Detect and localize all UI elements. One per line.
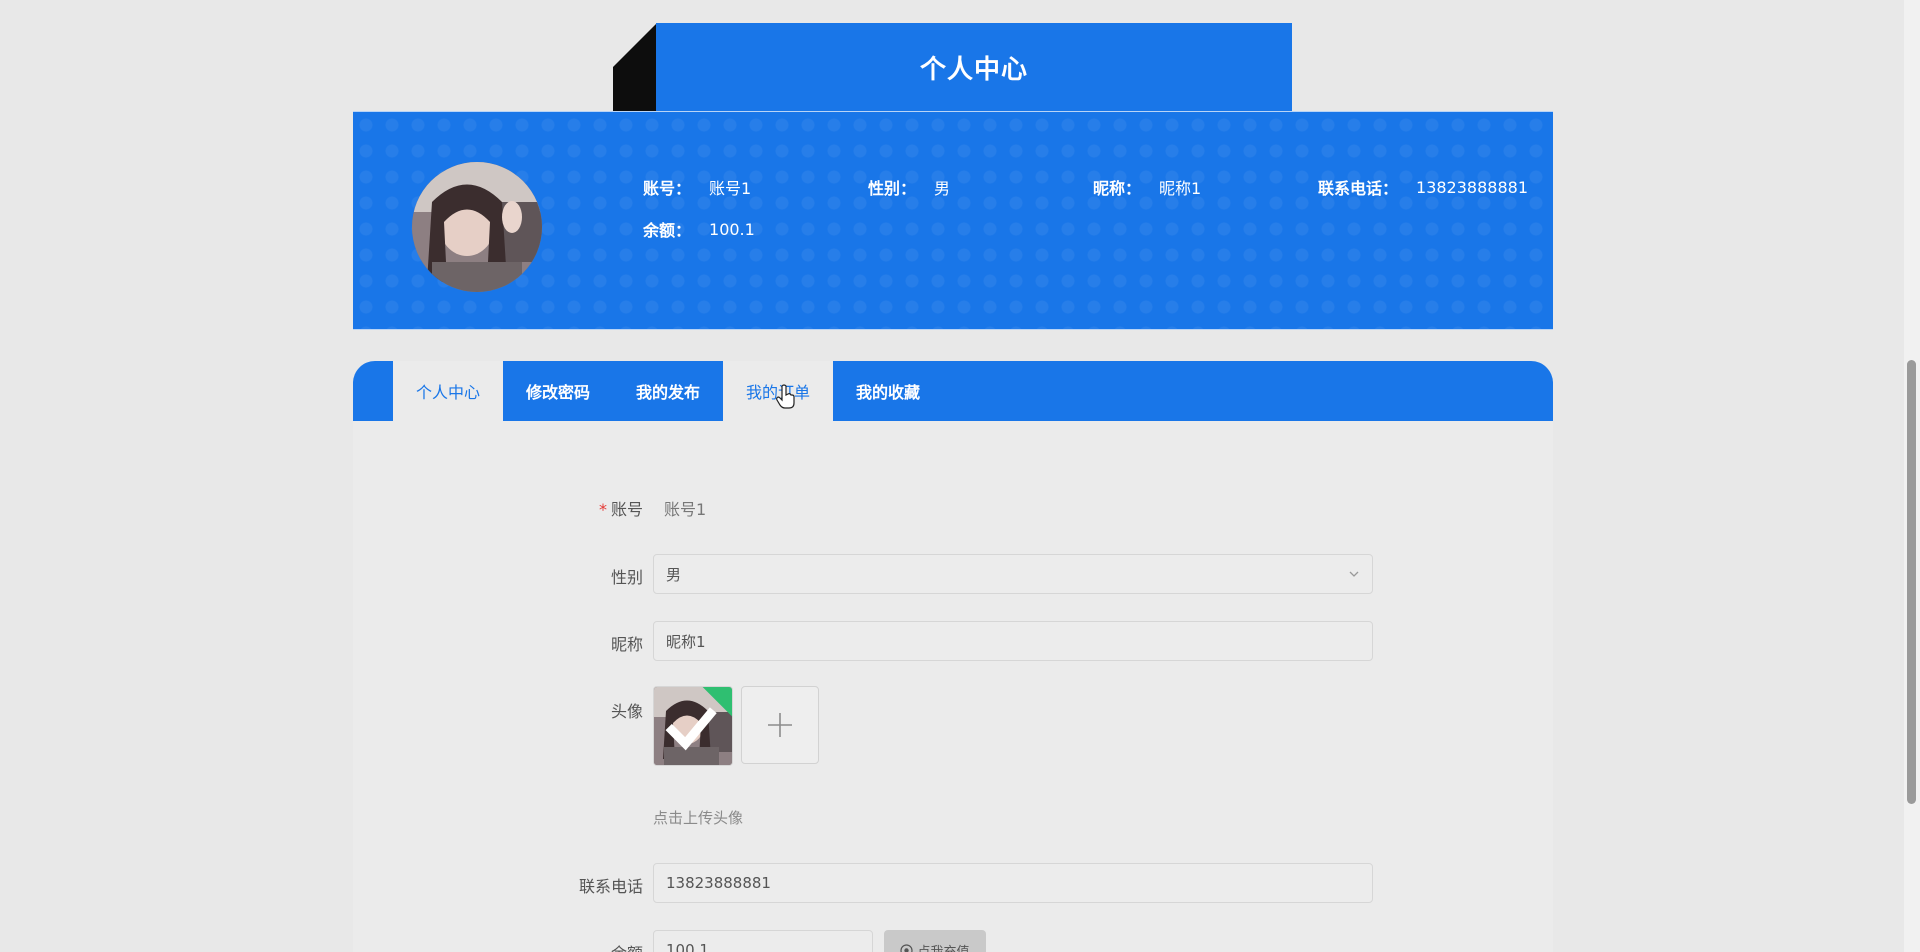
account-label-text: 账号	[610, 500, 643, 519]
page-scrollbar-thumb[interactable]	[1907, 360, 1916, 804]
profile-gender-value: 男	[934, 179, 951, 198]
gender-label: 性别	[610, 568, 643, 587]
account-value: 账号1	[664, 500, 707, 519]
avatar-label: 头像	[610, 702, 643, 721]
profile-phone-value: 13823888881	[1416, 177, 1528, 197]
profile-phone-label: 联系电话：	[1318, 179, 1399, 198]
tab-personal-center-label: 个人中心	[415, 383, 480, 402]
nickname-input[interactable]	[653, 621, 1373, 661]
upload-avatar-button[interactable]	[741, 686, 819, 764]
profile-gender: 性别： 男	[868, 175, 950, 199]
avatar	[412, 162, 542, 292]
profile-account-value: 账号1	[709, 179, 752, 198]
title-decoration	[613, 23, 657, 111]
page-title: 个人中心	[656, 23, 1292, 111]
tab-my-favorites-label: 我的收藏	[855, 383, 920, 402]
personal-center-page: 个人中心 账号： 账号1 性别： 男 昵称： 昵称1 联系电话： 1382388…	[0, 0, 1920, 952]
tab-personal-center[interactable]: 个人中心	[393, 361, 503, 421]
tab-my-favorites[interactable]: 我的收藏	[833, 361, 943, 421]
profile-balance-label: 余额：	[643, 221, 692, 240]
phone-input[interactable]	[653, 863, 1373, 903]
nickname-label: 昵称	[610, 635, 643, 654]
check-icon	[665, 707, 717, 751]
chevron-down-icon	[1349, 571, 1359, 577]
profile-balance: 余额： 100.1	[643, 217, 755, 241]
balance-label: 余额	[523, 940, 643, 952]
profile-nickname: 昵称： 昵称1	[1093, 175, 1201, 199]
tab-my-posts-label: 我的发布	[635, 383, 700, 402]
recharge-button-label: 点我充值	[917, 944, 970, 952]
upload-avatar-hint: 点击上传头像	[653, 809, 744, 827]
recharge-button[interactable]: 点我充值	[884, 930, 986, 952]
account-label: * 账号	[523, 496, 643, 520]
phone-label: 联系电话	[578, 877, 643, 896]
profile-account: 账号： 账号1	[643, 175, 751, 199]
profile-banner: 账号： 账号1 性别： 男 昵称： 昵称1 联系电话： 13823888881 …	[353, 111, 1553, 330]
plus-icon	[768, 713, 792, 737]
profile-nickname-label: 昵称：	[1093, 179, 1142, 198]
gender-select-value: 男	[666, 565, 682, 584]
tab-my-posts[interactable]: 我的发布	[613, 361, 723, 421]
profile-phone: 联系电话： 13823888881	[1318, 175, 1528, 199]
balance-input[interactable]	[653, 930, 873, 952]
page-title-text: 个人中心	[919, 54, 1028, 85]
profile-account-label: 账号：	[643, 179, 692, 198]
uploaded-avatar-thumbnail[interactable]	[653, 686, 733, 766]
required-mark: *	[598, 500, 607, 519]
avatar-photo-icon	[412, 162, 542, 292]
tab-change-password[interactable]: 修改密码	[503, 361, 613, 421]
tab-bar: 个人中心 修改密码 我的发布 我的订单 我的收藏	[353, 361, 1553, 421]
coin-icon	[900, 943, 914, 952]
tab-change-password-label: 修改密码	[525, 383, 590, 402]
profile-balance-value: 100.1	[709, 219, 755, 239]
profile-nickname-value: 昵称1	[1159, 179, 1202, 198]
gender-select[interactable]: 男	[653, 554, 1373, 594]
profile-gender-label: 性别：	[868, 179, 917, 198]
hand-cursor-icon	[776, 384, 795, 409]
